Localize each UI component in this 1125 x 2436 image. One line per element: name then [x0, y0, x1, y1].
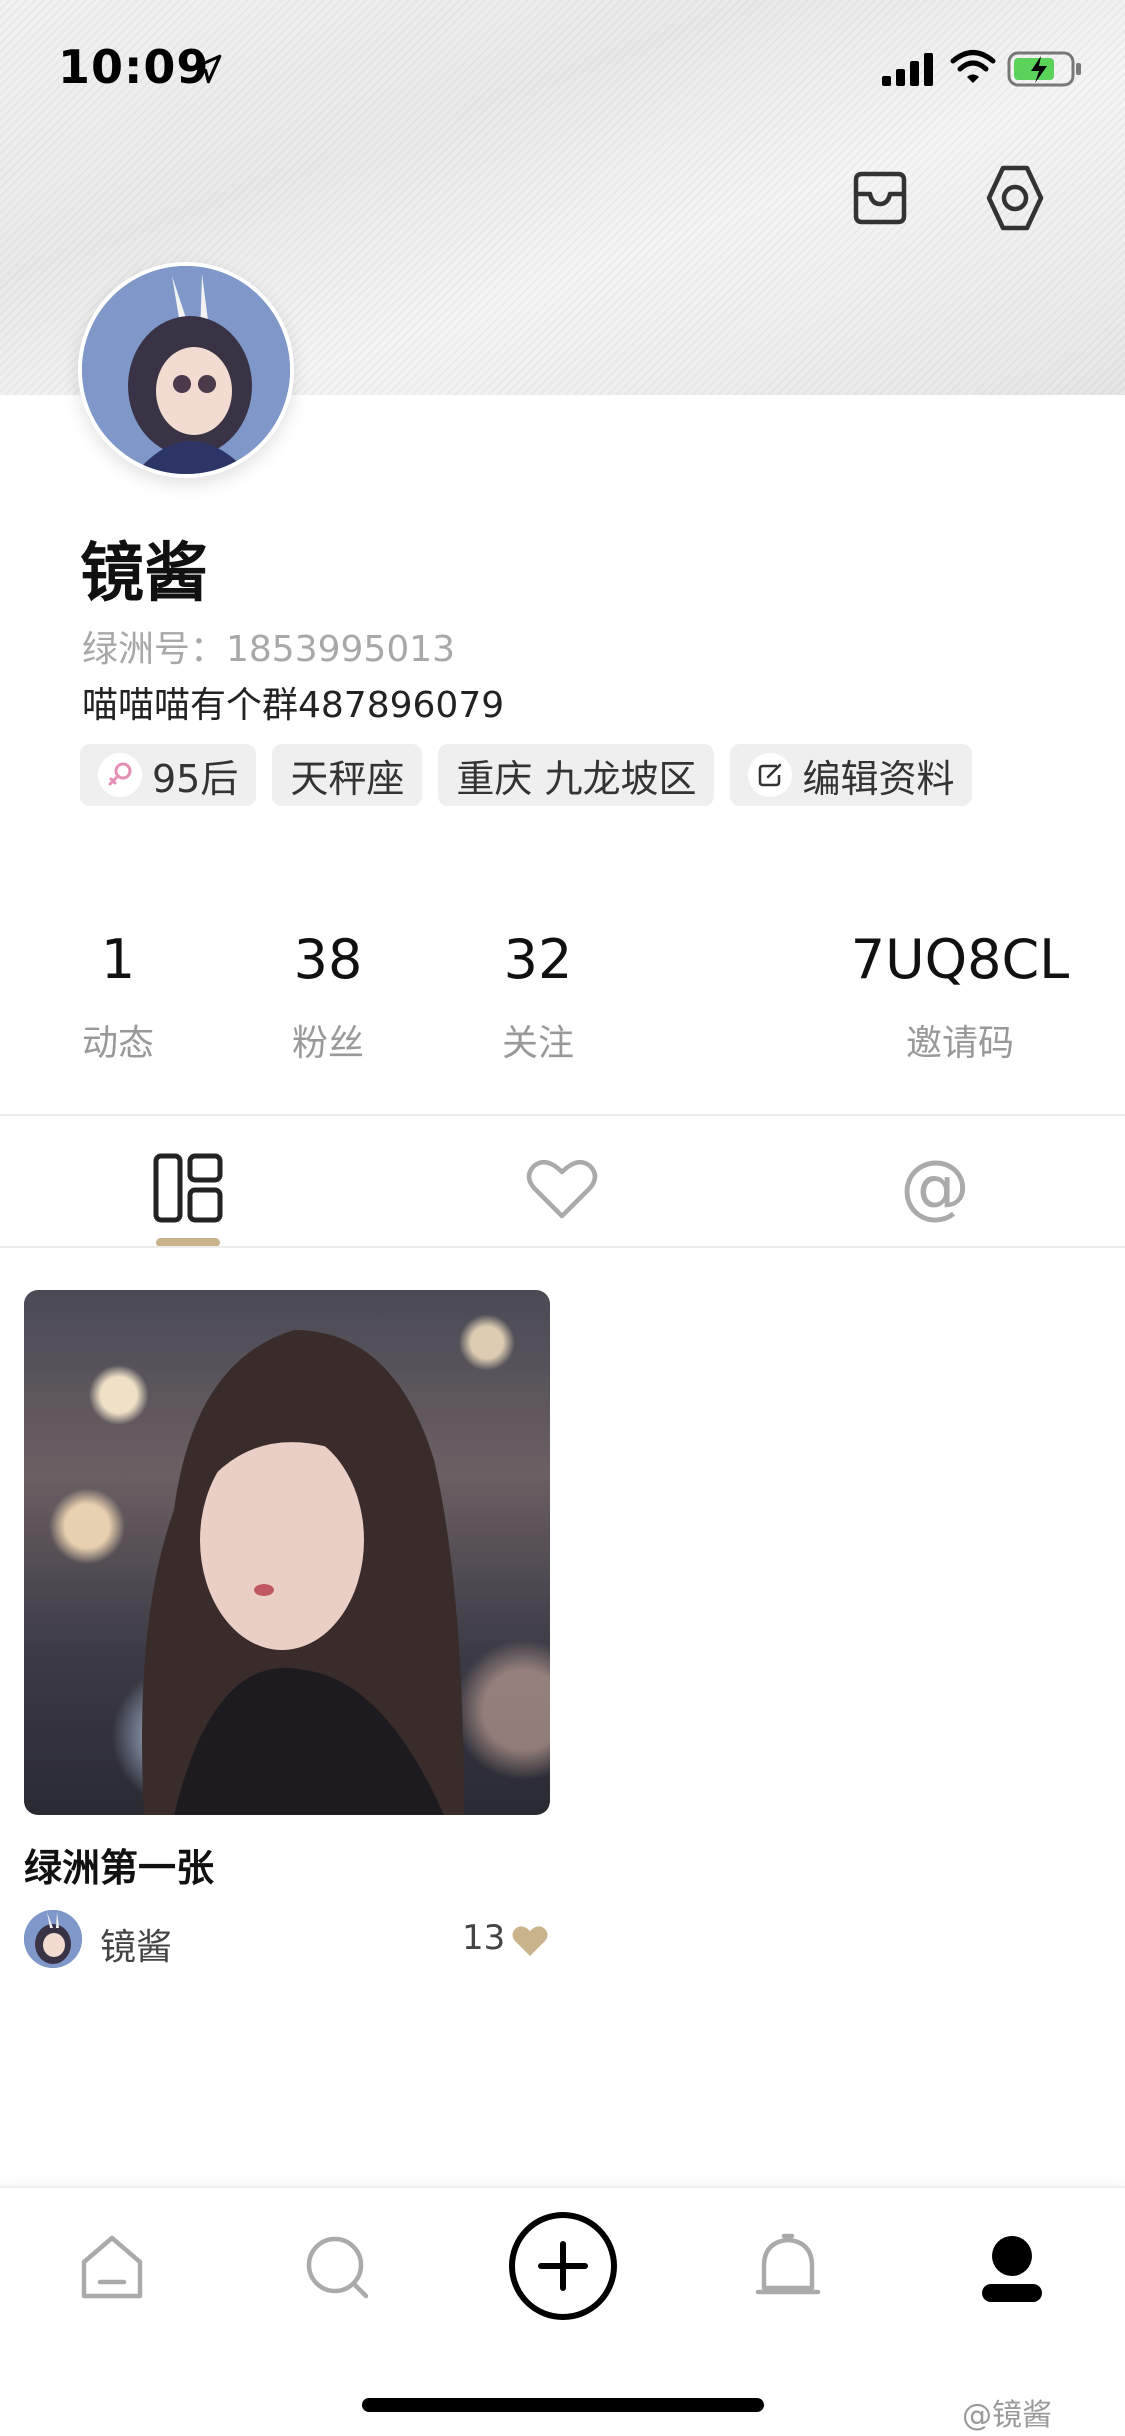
post-photo-illustration	[142, 1330, 464, 1815]
profile-name: 镜酱	[80, 537, 208, 611]
tag-age: 95后	[80, 744, 257, 806]
stat-posts[interactable]: 1 动态	[70, 930, 166, 1066]
divider	[0, 1246, 1125, 1248]
add-post-icon[interactable]	[507, 2210, 619, 2322]
edit-profile-button[interactable]: 编辑资料	[730, 744, 973, 806]
home-icon[interactable]	[72, 2228, 152, 2308]
avatar-illustration	[82, 266, 290, 474]
invite-code-value: 7UQ8CL	[850, 928, 1070, 991]
profile-tags: 95后 天秤座 重庆 九龙坡区 编辑资料	[80, 744, 973, 806]
tag-location-label: 重庆 九龙坡区	[456, 756, 697, 801]
profile-icon[interactable]	[972, 2228, 1052, 2308]
edit-profile-label: 编辑资料	[802, 756, 955, 801]
post-card[interactable]: 绿洲第一张 镜酱 13	[24, 1290, 550, 1970]
profile-avatar[interactable]	[78, 262, 294, 478]
wifi-icon	[950, 50, 996, 83]
inbox-icon[interactable]	[840, 158, 920, 238]
tag-zodiac: 天秤座	[272, 744, 423, 806]
watermark: @镜酱	[962, 2398, 1052, 2433]
location-arrow-icon	[192, 54, 222, 84]
tag-zodiac-label: 天秤座	[290, 756, 405, 801]
settings-gear-icon[interactable]	[975, 158, 1055, 238]
status-bar: 10:09	[0, 0, 1125, 135]
battery-icon	[1007, 51, 1081, 87]
grid-icon[interactable]	[148, 1148, 228, 1228]
svg-text:@: @	[900, 1148, 970, 1227]
stat-following[interactable]: 32 关注	[488, 930, 588, 1066]
signal-icon	[882, 53, 933, 86]
bell-icon[interactable]	[748, 2228, 828, 2308]
tag-age-label: 95后	[152, 756, 239, 801]
stat-following-value: 32	[503, 928, 573, 991]
post-author-name[interactable]: 镜酱	[100, 1918, 172, 1970]
post-meta: 镜酱 13	[24, 1910, 550, 1970]
oasis-id: 绿洲号：1853995013	[82, 629, 456, 670]
post-like-count: 13	[462, 1918, 506, 1958]
heart-icon[interactable]	[522, 1148, 602, 1228]
stat-following-label: 关注	[501, 1023, 574, 1064]
edit-icon	[748, 753, 793, 797]
stat-invite-code[interactable]: 7UQ8CL 邀请码	[840, 930, 1080, 1066]
profile-stats: 1 动态 38 粉丝 32 关注 7UQ8CL 邀请码	[0, 930, 1125, 1070]
post-title: 绿洲第一张	[24, 1846, 215, 1890]
stat-fans[interactable]: 38 粉丝	[278, 930, 378, 1066]
stat-fans-value: 38	[293, 928, 363, 991]
stat-posts-label: 动态	[81, 1023, 154, 1064]
stat-posts-value: 1	[100, 928, 136, 991]
female-gender-icon	[98, 753, 142, 797]
invite-code-label: 邀请码	[905, 1023, 1014, 1064]
content-tabs: @	[0, 1116, 1125, 1246]
stat-fans-label: 粉丝	[291, 1023, 364, 1064]
tag-location: 重庆 九龙坡区	[438, 744, 715, 806]
home-indicator	[362, 2398, 764, 2412]
status-time: 10:09	[58, 40, 210, 94]
heart-filled-icon[interactable]	[510, 1922, 550, 1958]
discover-search-icon[interactable]	[298, 2228, 378, 2308]
profile-bio: 喵喵喵有个群487896079	[82, 685, 505, 726]
post-image[interactable]	[24, 1290, 550, 1815]
at-icon[interactable]: @	[895, 1148, 975, 1228]
post-author-avatar[interactable]	[24, 1910, 82, 1968]
